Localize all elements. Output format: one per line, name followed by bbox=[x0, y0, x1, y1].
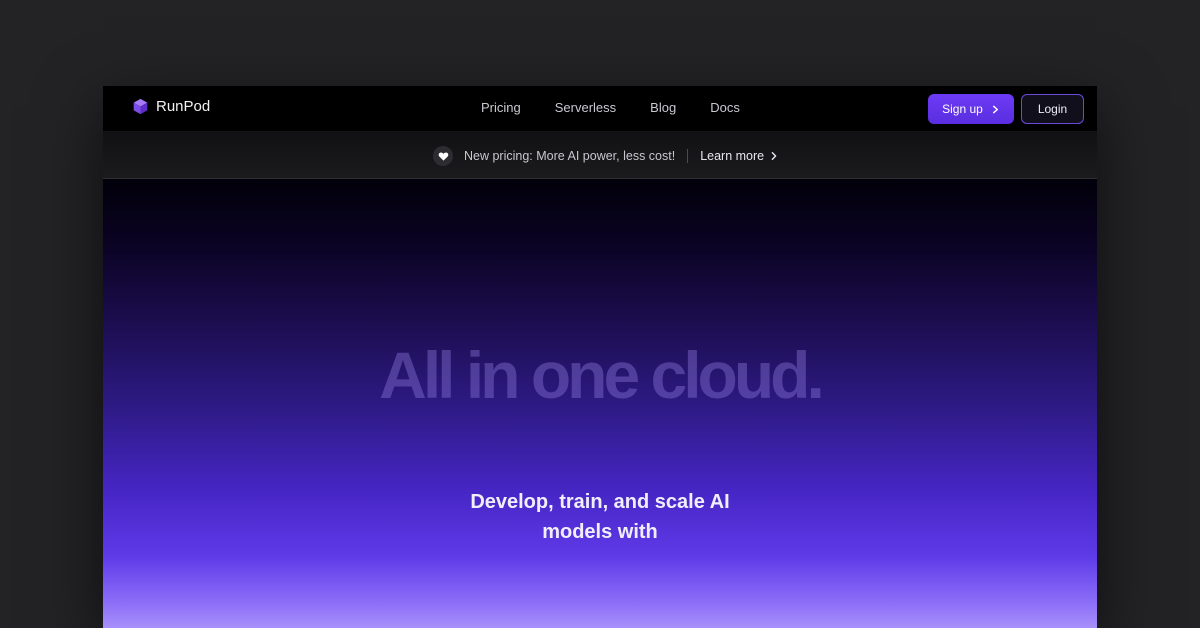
brand-name: RunPod bbox=[156, 98, 211, 115]
brand-logo[interactable]: RunPod bbox=[132, 98, 210, 115]
announcement-text: New pricing: More AI power, less cost! bbox=[464, 149, 676, 163]
announcement-content: New pricing: More AI power, less cost! L… bbox=[433, 146, 778, 166]
hero-subtitle-line-1: Develop, train, and scale AI bbox=[470, 491, 730, 513]
chevron-right-icon bbox=[771, 152, 777, 160]
login-button[interactable]: Login bbox=[1021, 94, 1084, 124]
cube-icon bbox=[133, 98, 148, 115]
hero-title: All in one cloud. bbox=[379, 338, 825, 412]
heart-badge bbox=[433, 146, 453, 166]
chevron-right-icon bbox=[992, 105, 998, 113]
learn-more-link[interactable]: Learn more bbox=[700, 149, 778, 163]
hero-subtitle: Develop, train, and scale AI models with bbox=[103, 487, 1097, 547]
hero-section: All in one cloud. Develop, train, and sc… bbox=[103, 179, 1097, 628]
nav-link-docs[interactable]: Docs bbox=[710, 100, 740, 115]
nav-link-pricing[interactable]: Pricing bbox=[481, 100, 521, 115]
top-navbar: RunPod Pricing Serverless Blog Docs Sign… bbox=[103, 86, 1097, 131]
nav-links: Pricing Serverless Blog Docs bbox=[481, 100, 740, 115]
announcement-bar: New pricing: More AI power, less cost! L… bbox=[103, 131, 1097, 179]
learn-more-label: Learn more bbox=[700, 149, 765, 163]
heart-icon bbox=[438, 152, 448, 161]
nav-link-blog[interactable]: Blog bbox=[650, 100, 676, 115]
sign-up-label: Sign up bbox=[942, 102, 983, 116]
announcement-divider bbox=[687, 149, 689, 163]
nav-link-serverless[interactable]: Serverless bbox=[555, 100, 616, 115]
hero-subtitle-line-2: models with bbox=[542, 521, 658, 543]
sign-up-button[interactable]: Sign up bbox=[928, 94, 1014, 124]
browser-frame: RunPod Pricing Serverless Blog Docs Sign… bbox=[103, 86, 1097, 628]
